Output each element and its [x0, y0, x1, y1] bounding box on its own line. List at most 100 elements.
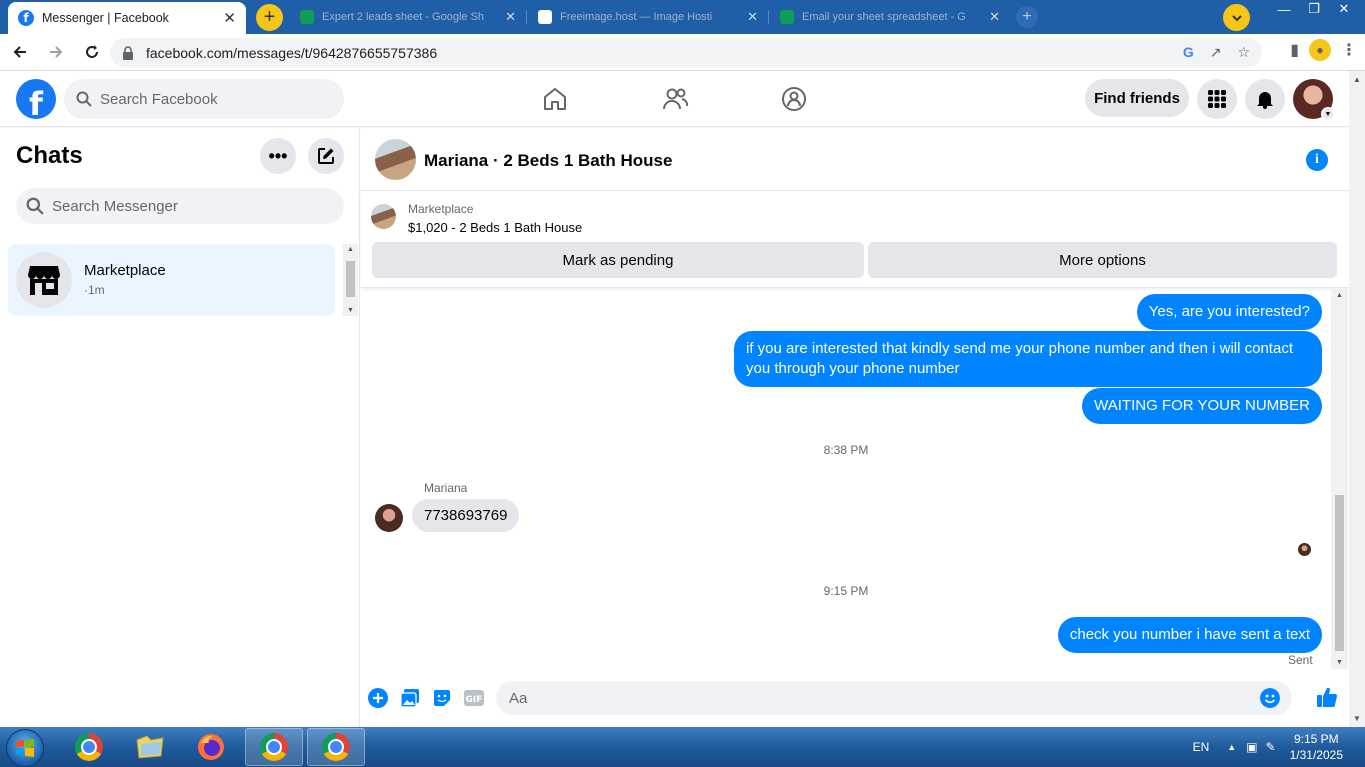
language-indicator[interactable]: EN	[1193, 740, 1210, 754]
taskbar-firefox[interactable]	[182, 728, 240, 766]
tab-background-3[interactable]: Email your sheet spreadsheet - G ✕	[772, 4, 1008, 30]
marketplace-label: Marketplace	[408, 202, 474, 216]
show-hidden-icons-icon[interactable]: ▲	[1227, 742, 1236, 752]
chat-time: ·1m	[84, 283, 105, 297]
scroll-up-icon[interactable]: ▲	[1353, 75, 1361, 84]
share-icon[interactable]: ↗	[1210, 44, 1222, 61]
bookmark-star-icon[interactable]: ☆	[1237, 44, 1250, 61]
conversation-scrollbar[interactable]: ▲ ▼	[1331, 289, 1348, 669]
back-button[interactable]	[4, 36, 36, 68]
sticker-icon[interactable]	[432, 688, 452, 708]
taskbar-chrome-window-2[interactable]	[307, 728, 365, 766]
tab-search-button[interactable]	[1223, 4, 1250, 31]
thumbs-up-icon[interactable]	[1316, 686, 1338, 708]
listing-thumbnail[interactable]	[371, 204, 396, 229]
find-friends-button[interactable]: Find friends	[1085, 79, 1189, 117]
forward-button[interactable]	[40, 36, 72, 68]
tab-background-2[interactable]: Freeimage.host — Image Hosti ✕	[530, 4, 766, 30]
marketplace-avatar	[16, 252, 72, 308]
sender-avatar[interactable]	[375, 504, 403, 532]
scrollbar-thumb[interactable]	[1335, 495, 1344, 651]
close-tab-icon[interactable]: ✕	[747, 9, 758, 25]
mark-as-pending-button[interactable]: Mark as pending	[372, 242, 864, 278]
tab-messenger[interactable]: f Messenger | Facebook ✕	[8, 2, 246, 34]
scroll-down-icon[interactable]: ▼	[1353, 714, 1361, 723]
info-icon[interactable]: i	[1306, 149, 1328, 171]
taskbar-chrome[interactable]	[60, 728, 118, 766]
svg-text:GIF: GIF	[466, 695, 483, 705]
chevron-down-icon: ▼	[1321, 107, 1335, 121]
reload-button[interactable]	[76, 36, 108, 68]
listing-avatar[interactable]	[375, 139, 416, 180]
scroll-up-icon[interactable]: ▲	[347, 246, 354, 253]
conversation-title[interactable]: Mariana · 2 Beds 1 Bath House	[424, 151, 672, 171]
facebook-search-input[interactable]: Search Facebook	[64, 79, 344, 119]
conversation-panel: Mariana · 2 Beds 1 Bath House i Marketpl…	[361, 128, 1349, 727]
friends-icon[interactable]	[661, 85, 689, 113]
facebook-favicon-icon: f	[18, 10, 34, 26]
scroll-down-icon[interactable]: ▼	[347, 307, 354, 314]
browser-profile-icon[interactable]: ●	[1309, 39, 1331, 61]
message-composer: GIF Aa	[361, 675, 1349, 721]
outgoing-message[interactable]: check you number i have sent a text	[1057, 617, 1322, 653]
incoming-message[interactable]: 7738693769	[412, 499, 520, 532]
system-tray: EN ▲ ▣ ✎ 9:15 PM 1/31/2025	[1193, 727, 1365, 767]
page-favicon-icon	[538, 10, 552, 24]
notifications-button[interactable]	[1245, 79, 1285, 119]
emoji-icon[interactable]	[1260, 688, 1280, 708]
close-tab-icon[interactable]: ✕	[223, 9, 236, 27]
plus-circle-icon[interactable]	[368, 688, 388, 708]
kebab-menu-icon[interactable]: ⋮	[1341, 40, 1357, 60]
restore-icon[interactable]: ❐	[1299, 0, 1329, 18]
google-icon[interactable]: G	[1183, 44, 1194, 61]
tab-title: Freeimage.host — Image Hosti	[560, 11, 713, 23]
lock-icon[interactable]	[122, 45, 136, 60]
pen-icon[interactable]: ✎	[1266, 740, 1276, 754]
menu-button[interactable]	[1197, 79, 1237, 119]
facebook-logo-icon[interactable]: f	[16, 79, 56, 119]
message-timestamp: 9:15 PM	[823, 584, 869, 598]
photo-icon[interactable]	[400, 688, 420, 708]
outgoing-message[interactable]: Yes, are you interested?	[1136, 294, 1322, 330]
outgoing-message[interactable]: WAITING FOR YOUR NUMBER	[1082, 388, 1322, 424]
new-tab-plus-icon[interactable]: +	[1016, 6, 1038, 28]
close-tab-icon[interactable]: ✕	[505, 9, 516, 25]
page-scrollbar[interactable]: ▲ ▼	[1349, 71, 1365, 727]
groups-icon[interactable]	[780, 85, 808, 113]
sheets-favicon-icon	[300, 10, 314, 24]
message-placeholder: Aa	[509, 689, 528, 707]
folder-icon	[136, 735, 164, 759]
start-button[interactable]	[6, 729, 44, 767]
listing-price[interactable]: $1,020 - 2 Beds 1 Bath House	[408, 220, 582, 235]
chat-list-item[interactable]: Marketplace ·1m	[8, 244, 335, 316]
window-close-icon[interactable]: ✕	[1329, 0, 1359, 18]
address-bar[interactable]: facebook.com/messages/t/9642876655757386…	[110, 38, 1262, 67]
scroll-up-icon[interactable]: ▲	[1336, 292, 1343, 299]
messenger-search-input[interactable]: Search Messenger	[16, 188, 344, 224]
new-message-button[interactable]	[308, 138, 344, 174]
home-icon[interactable]	[541, 85, 569, 113]
new-tab-button[interactable]: +	[256, 4, 283, 31]
chrome-icon	[260, 733, 288, 761]
minimize-icon[interactable]: —	[1269, 0, 1299, 18]
close-tab-icon[interactable]: ✕	[989, 9, 1000, 25]
message-input[interactable]: Aa	[496, 681, 1292, 715]
side-panel-icon[interactable]: ▮	[1290, 40, 1299, 60]
scroll-down-icon[interactable]: ▼	[1336, 659, 1343, 666]
scrollbar-thumb[interactable]	[346, 261, 355, 297]
chat-options-button[interactable]: •••	[260, 138, 296, 174]
gif-icon[interactable]: GIF	[464, 688, 484, 708]
taskbar-explorer[interactable]	[121, 728, 179, 766]
taskbar-chrome-window-1[interactable]	[245, 728, 303, 766]
account-avatar[interactable]: ▼	[1293, 79, 1335, 121]
arrow-right-icon	[50, 46, 63, 58]
windows-taskbar: EN ▲ ▣ ✎ 9:15 PM 1/31/2025	[0, 727, 1365, 767]
tab-background-1[interactable]: Expert 2 leads sheet - Google Sh ✕	[292, 4, 524, 30]
clock[interactable]: 9:15 PM 1/31/2025	[1290, 731, 1343, 763]
chrome-icon	[75, 733, 103, 761]
outgoing-message[interactable]: if you are interested that kindly send m…	[734, 331, 1322, 387]
chrome-icon	[322, 733, 350, 761]
more-options-button[interactable]: More options	[868, 242, 1337, 278]
network-icon[interactable]: ▣	[1246, 740, 1257, 754]
chats-scrollbar[interactable]: ▲ ▼	[343, 244, 358, 316]
